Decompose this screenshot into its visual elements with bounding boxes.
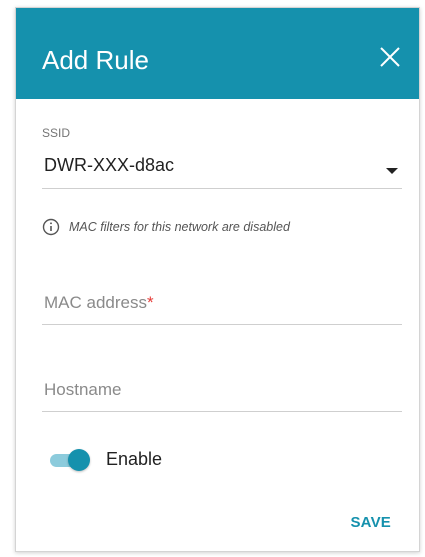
mac-address-input[interactable]: MAC address* <box>42 288 402 325</box>
hostname-placeholder: Hostname <box>44 380 122 399</box>
mac-address-placeholder: MAC address* <box>44 293 154 312</box>
toggle-knob <box>68 449 90 471</box>
dropdown-arrow-icon <box>386 168 398 174</box>
ssid-select[interactable]: DWR-XXX-d8ac <box>42 148 402 189</box>
enable-toggle[interactable] <box>50 448 90 472</box>
close-icon[interactable] <box>377 44 403 70</box>
add-rule-dialog: Add Rule SSID DWR-XXX-d8ac MAC filters f… <box>15 7 420 552</box>
info-message: MAC filters for this network are disable… <box>42 218 290 236</box>
save-button[interactable]: SAVE <box>350 514 391 531</box>
info-text: MAC filters for this network are disable… <box>69 220 290 234</box>
required-marker: * <box>146 293 154 312</box>
dialog-header: Add Rule <box>16 8 419 99</box>
enable-label: Enable <box>106 449 163 469</box>
ssid-value: DWR-XXX-d8ac <box>44 155 175 175</box>
dialog-title: Add Rule <box>42 45 149 75</box>
hostname-input[interactable]: Hostname <box>42 375 402 412</box>
ssid-label: SSID <box>42 126 71 140</box>
info-icon <box>42 218 60 236</box>
